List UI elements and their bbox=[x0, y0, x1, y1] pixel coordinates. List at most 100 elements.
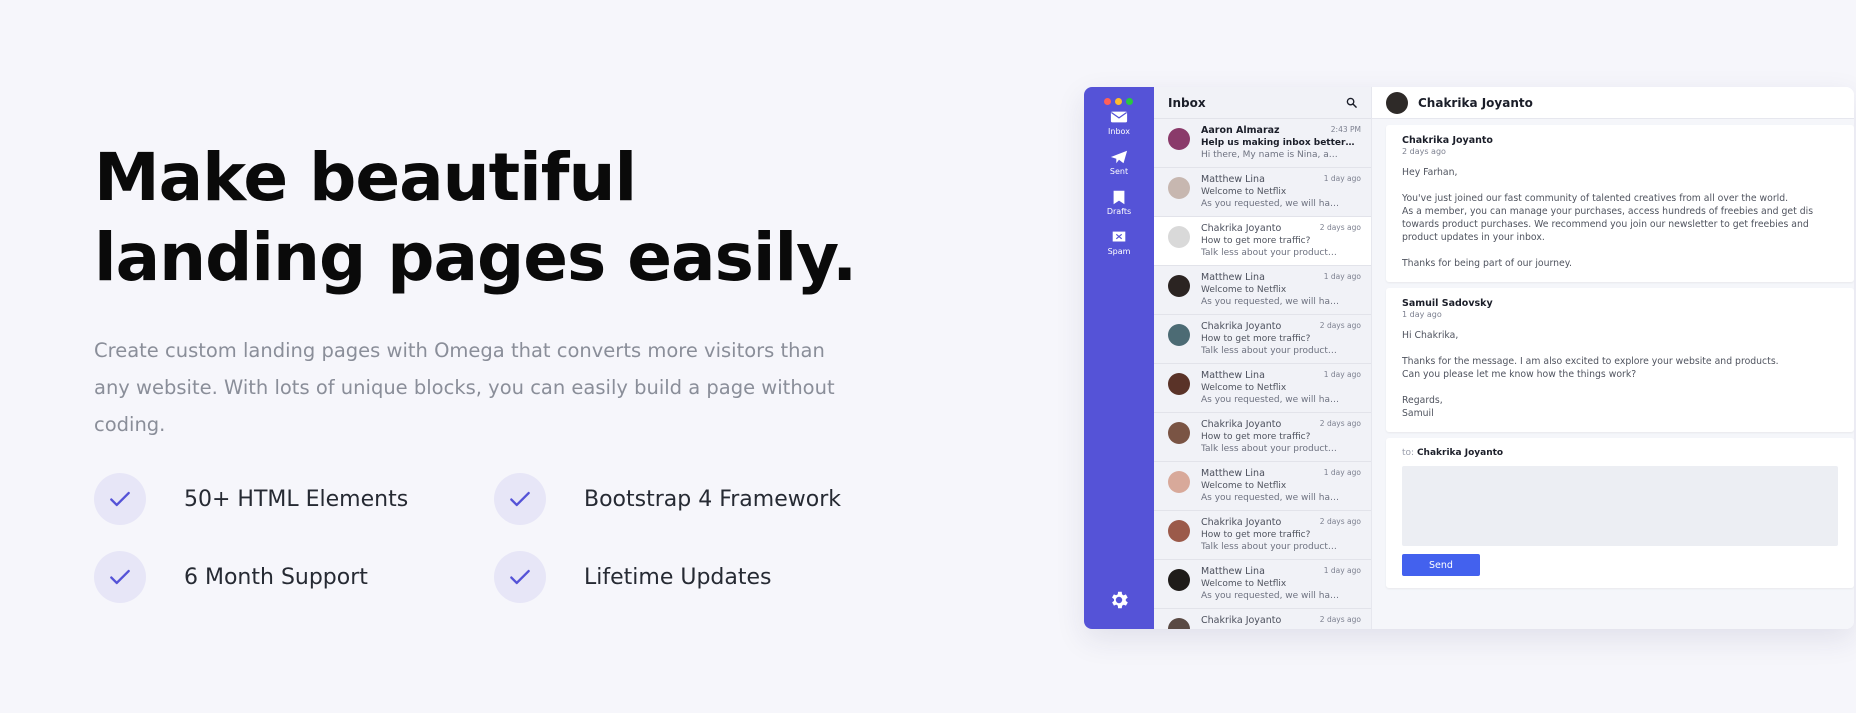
avatar bbox=[1168, 471, 1190, 493]
message-items: Aaron Almaraz 2:43 PM Help us making inbox… bbox=[1154, 119, 1371, 629]
sidebar-item-inbox[interactable]: Inbox bbox=[1084, 109, 1154, 136]
hero-description: Create custom landing pages with Omega t… bbox=[94, 339, 835, 436]
sender-name: Chakrika Joyanto bbox=[1201, 321, 1282, 332]
message-time: 2 days ago bbox=[1319, 615, 1361, 624]
reply-box: to: Chakrika Joyanto Send bbox=[1386, 438, 1854, 588]
send-button[interactable]: Send bbox=[1402, 554, 1480, 576]
avatar bbox=[1168, 177, 1190, 199]
list-item[interactable]: Matthew Lina 1 day ago Welcome to Netflix A… bbox=[1154, 364, 1371, 413]
sidebar-item-spam[interactable]: Spam bbox=[1084, 229, 1154, 256]
sender-name: Matthew Lina bbox=[1201, 566, 1265, 577]
window-controls bbox=[1084, 87, 1154, 105]
list-item[interactable]: Chakrika Joyanto 2 days ago How to get mor… bbox=[1154, 511, 1371, 560]
sender-name: Matthew Lina bbox=[1201, 370, 1265, 381]
avatar bbox=[1168, 520, 1190, 542]
message-time: 1 day ago bbox=[1323, 272, 1361, 281]
feature-label: Bootstrap 4 Framework bbox=[584, 486, 841, 512]
sidebar-item-drafts[interactable]: Drafts bbox=[1084, 189, 1154, 216]
message-subject: Help us making inbox better… bbox=[1201, 138, 1355, 148]
sender-name: Matthew Lina bbox=[1201, 272, 1265, 283]
message-subject: How to get more traffic? bbox=[1201, 334, 1311, 344]
list-item-body: Chakrika Joyanto 2 days ago How to get mor… bbox=[1201, 419, 1361, 461]
message-preview: Talk less about your product… bbox=[1201, 248, 1337, 258]
check-icon bbox=[494, 551, 546, 603]
message-body: Hi Chakrika, Thanks for the message. I a… bbox=[1402, 330, 1779, 419]
reply-textarea[interactable] bbox=[1402, 466, 1838, 546]
list-item-top: Matthew Lina 1 day ago bbox=[1201, 468, 1361, 479]
avatar bbox=[1168, 226, 1190, 248]
list-item-body: Matthew Lina 1 day ago Welcome to Netflix A… bbox=[1201, 566, 1361, 608]
message-card: Chakrika Joyanto 2 days ago Hey Farhan, … bbox=[1386, 125, 1854, 282]
sidebar-item-label: Sent bbox=[1109, 167, 1129, 176]
message-sender: Samuil Sadovsky bbox=[1402, 298, 1493, 309]
sender-name: Chakrika Joyanto bbox=[1201, 517, 1282, 528]
list-item[interactable]: Chakrika Joyanto 2 days ago How to get mor… bbox=[1154, 217, 1371, 266]
feature-item: 50+ HTML Elements bbox=[94, 473, 494, 525]
message-subject: How to get more traffic? bbox=[1201, 530, 1311, 540]
feature-item: 6 Month Support bbox=[94, 551, 494, 603]
settings-button[interactable] bbox=[1084, 589, 1154, 615]
sidebar-item-label: Drafts bbox=[1106, 207, 1132, 216]
spam-icon bbox=[1112, 231, 1126, 242]
list-item[interactable]: Aaron Almaraz 2:43 PM Help us making inbox… bbox=[1154, 119, 1371, 168]
message-time: 2 days ago bbox=[1319, 321, 1361, 330]
message-preview: Talk less about your product… bbox=[1201, 444, 1337, 454]
list-item[interactable]: Matthew Lina 1 day ago Welcome to Netflix A… bbox=[1154, 168, 1371, 217]
message-time: 1 day ago bbox=[1323, 370, 1361, 379]
hero-section: Make beautiful landing pages easily. Cre… bbox=[94, 138, 874, 603]
message-subject: Welcome to Netflix bbox=[1201, 481, 1287, 491]
message-preview: Talk less about your product… bbox=[1201, 346, 1337, 356]
list-item[interactable]: Matthew Lina 1 day ago Welcome to Netflix A… bbox=[1154, 560, 1371, 609]
maximize-dot[interactable] bbox=[1126, 98, 1133, 105]
list-item-body: Chakrika Joyanto 2 days ago How to get mor… bbox=[1201, 517, 1361, 559]
bookmark-icon bbox=[1113, 190, 1125, 205]
sender-name: Matthew Lina bbox=[1201, 174, 1265, 185]
list-item[interactable]: Chakrika Joyanto 2 days ago bbox=[1154, 609, 1371, 629]
reply-prefix: to: bbox=[1402, 448, 1415, 458]
feature-label: 50+ HTML Elements bbox=[184, 486, 409, 512]
avatar bbox=[1168, 422, 1190, 444]
check-icon bbox=[494, 473, 546, 525]
sidebar-item-label: Spam bbox=[1107, 247, 1131, 256]
list-item-top: Chakrika Joyanto 2 days ago bbox=[1201, 419, 1361, 430]
hero-title-line2: landing pages easily. bbox=[94, 219, 857, 296]
avatar bbox=[1168, 128, 1190, 150]
sidebar-rail: Inbox Sent Drafts Spam bbox=[1084, 87, 1154, 629]
message-subject: Welcome to Netflix bbox=[1201, 383, 1287, 393]
list-item-top: Aaron Almaraz 2:43 PM bbox=[1201, 125, 1361, 136]
list-item-top: Matthew Lina 1 day ago bbox=[1201, 272, 1361, 283]
sidebar-item-label: Inbox bbox=[1108, 127, 1130, 136]
message-body: Hey Farhan, You've just joined our fast … bbox=[1402, 167, 1814, 269]
list-item[interactable]: Chakrika Joyanto 2 days ago How to get mor… bbox=[1154, 413, 1371, 462]
list-title: Inbox bbox=[1168, 95, 1206, 110]
list-item[interactable]: Chakrika Joyanto 2 days ago How to get mor… bbox=[1154, 315, 1371, 364]
list-item-body: Matthew Lina 1 day ago Welcome to Netflix A… bbox=[1201, 468, 1361, 510]
message-time: 2 days ago bbox=[1319, 419, 1361, 428]
paper-plane-icon bbox=[1110, 150, 1128, 164]
message-time: 1 day ago bbox=[1323, 174, 1361, 183]
message-time: 1 day ago bbox=[1323, 566, 1361, 575]
conversation-pane: Chakrika Joyanto Chakrika Joyanto 2 days… bbox=[1372, 87, 1854, 629]
message-subject: How to get more traffic? bbox=[1201, 236, 1311, 246]
message-subject: Welcome to Netflix bbox=[1201, 579, 1287, 589]
close-dot[interactable] bbox=[1104, 98, 1111, 105]
sidebar-item-sent[interactable]: Sent bbox=[1084, 149, 1154, 176]
message-preview: Talk less about your product… bbox=[1201, 542, 1337, 552]
minimize-dot[interactable] bbox=[1115, 98, 1122, 105]
sender-name: Aaron Almaraz bbox=[1201, 125, 1280, 136]
list-item[interactable]: Matthew Lina 1 day ago Welcome to Netflix A… bbox=[1154, 266, 1371, 315]
list-item-body: Chakrika Joyanto 2 days ago bbox=[1201, 615, 1361, 629]
avatar bbox=[1168, 569, 1190, 591]
avatar bbox=[1386, 91, 1408, 114]
search-icon[interactable] bbox=[1346, 97, 1357, 108]
message-sender: Chakrika Joyanto bbox=[1402, 135, 1493, 146]
conversation-contact-name: Chakrika Joyanto bbox=[1418, 95, 1533, 110]
reply-recipient: to: Chakrika Joyanto bbox=[1402, 448, 1838, 458]
feature-label: 6 Month Support bbox=[184, 564, 368, 590]
sender-name: Matthew Lina bbox=[1201, 468, 1265, 479]
message-time: 2 days ago bbox=[1402, 147, 1446, 156]
sender-name: Chakrika Joyanto bbox=[1201, 223, 1282, 234]
message-preview: As you requested, we will ha… bbox=[1201, 591, 1339, 601]
list-item[interactable]: Matthew Lina 1 day ago Welcome to Netflix A… bbox=[1154, 462, 1371, 511]
message-subject: Welcome to Netflix bbox=[1201, 187, 1287, 197]
